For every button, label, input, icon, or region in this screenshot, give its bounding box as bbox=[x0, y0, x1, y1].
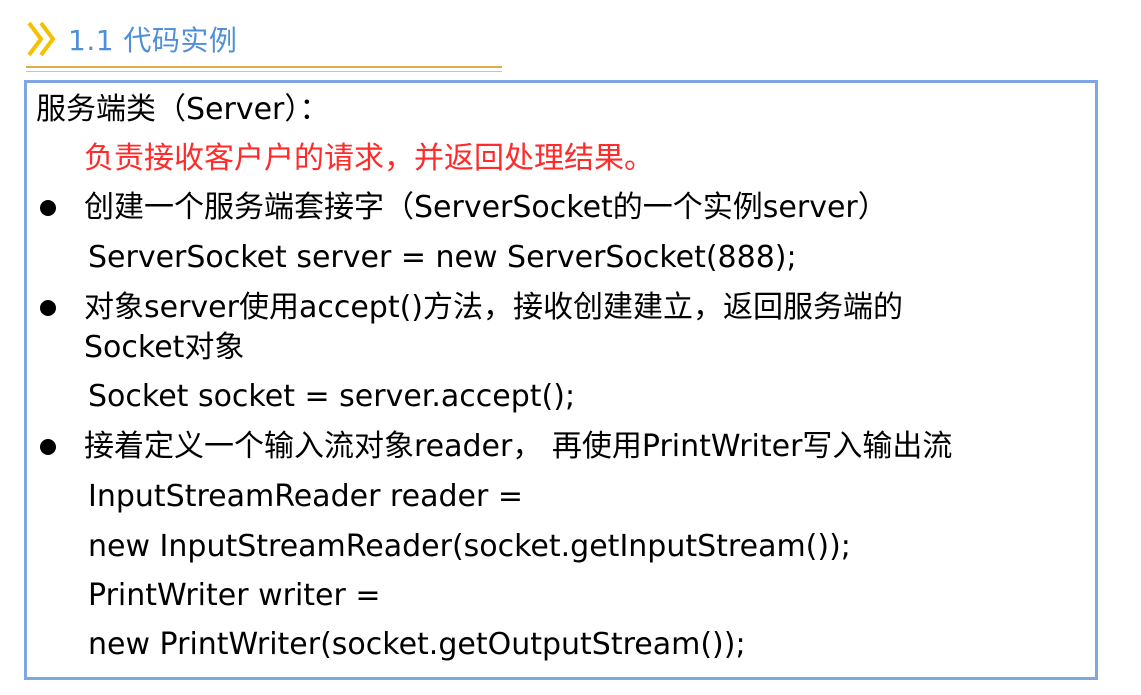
section-heading: 1.1 代码实例 bbox=[26, 14, 237, 64]
section-title: 1.1 代码实例 bbox=[68, 24, 238, 57]
code-line: ServerSocket server = new ServerSocket(8… bbox=[88, 240, 797, 275]
list-item-text: 创建一个服务端套接字（ServerSocket的一个实例server） bbox=[84, 190, 888, 225]
double-chevron-right-icon bbox=[27, 21, 56, 57]
code-line: PrintWriter writer = bbox=[88, 578, 381, 613]
list-item-text-continued: Socket对象 bbox=[84, 330, 245, 365]
code-line: Socket socket = server.accept(); bbox=[88, 379, 576, 414]
heading-underline-thin bbox=[26, 71, 502, 72]
class-heading: 服务端类（Server）： bbox=[36, 92, 330, 127]
code-line: new PrintWriter(socket.getOutputStream()… bbox=[88, 627, 746, 662]
code-line: InputStreamReader reader = bbox=[88, 479, 523, 514]
list-item-text: 接着定义一个输入流对象reader， 再使用PrintWriter写入输出流 bbox=[84, 429, 953, 464]
class-description: 负责接收客户户的请求，并返回处理结果。 bbox=[84, 141, 654, 176]
list-item-text: 对象server使用accept()方法，接收创建建立，返回服务端的 bbox=[84, 290, 904, 325]
code-line: new InputStreamReader(socket.getInputStr… bbox=[88, 529, 851, 564]
heading-underline bbox=[26, 66, 502, 68]
bullet-dot-icon bbox=[40, 200, 56, 216]
bullet-dot-icon bbox=[40, 300, 56, 316]
bullet-dot-icon bbox=[40, 439, 56, 455]
